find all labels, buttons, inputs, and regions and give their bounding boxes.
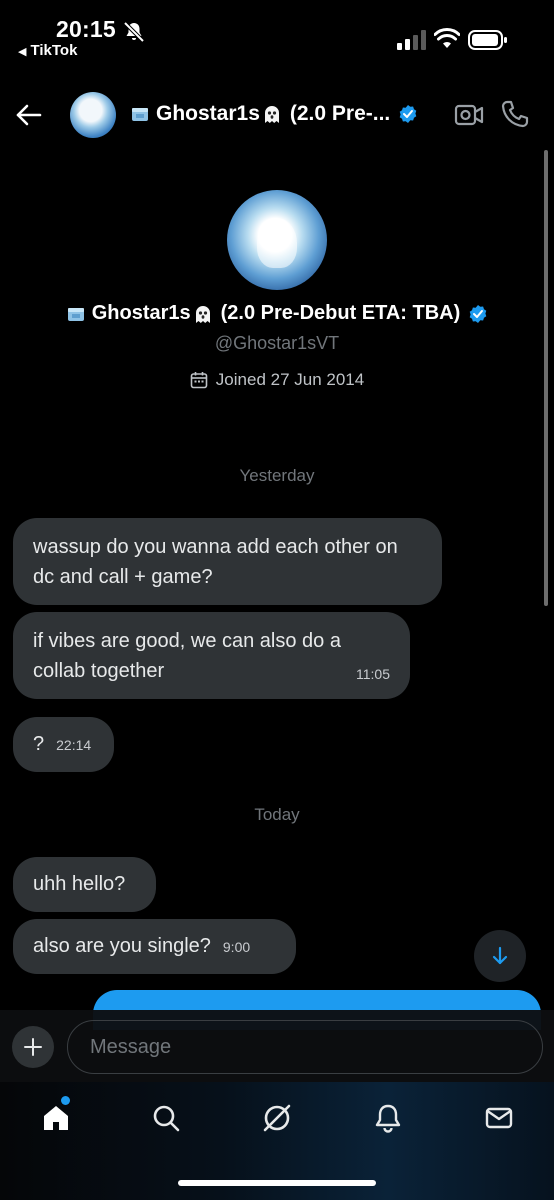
status-time: 20:15: [56, 16, 116, 42]
home-indicator[interactable]: [178, 1180, 376, 1186]
tab-notifications[interactable]: [370, 1100, 406, 1136]
message-bubble[interactable]: wassup do you wanna add each other on dc…: [13, 518, 442, 605]
status-bar: 20:15 ◀ TikTok: [0, 0, 554, 80]
verified-badge-icon: [399, 105, 417, 123]
header-avatar[interactable]: [70, 92, 116, 138]
grok-icon: [263, 1104, 291, 1132]
message-bubble[interactable]: uhh hello?: [13, 857, 156, 912]
message-text: ?: [33, 733, 45, 755]
message-text: wassup do you wanna add each other on dc…: [33, 536, 398, 588]
profile-handle[interactable]: @Ghostar1sVT: [0, 333, 554, 354]
message-timestamp: 11:05: [356, 666, 390, 682]
tab-messages[interactable]: [481, 1100, 517, 1136]
wifi-icon: [434, 28, 460, 48]
video-camera-icon[interactable]: [454, 102, 484, 128]
phone-icon[interactable]: [500, 99, 530, 129]
verified-badge-icon: [469, 304, 487, 323]
profile-avatar[interactable]: [227, 190, 327, 290]
back-triangle-icon: ◀: [18, 46, 27, 58]
joined-text: Joined 27 Jun 2014: [215, 370, 365, 389]
battery-icon: [468, 30, 507, 50]
ghost-emoji-icon: [264, 106, 279, 123]
back-to-app-link[interactable]: ◀ TikTok: [18, 42, 77, 59]
header-name-text: Ghostar1s: [156, 102, 260, 125]
message-text: if vibes are good, we can also do a coll…: [33, 630, 341, 682]
bell-off-icon: [123, 21, 145, 43]
search-icon: [153, 1105, 180, 1132]
message-composer: [0, 1010, 554, 1082]
profile-name-text: Ghostar1s: [91, 302, 191, 324]
profile-display-name[interactable]: Ghostar1s (2.0 Pre-Debut ETA: TBA): [0, 302, 554, 325]
notification-dot: [61, 1096, 70, 1105]
back-app-label: TikTok: [30, 42, 78, 59]
home-icon: [44, 1106, 68, 1130]
add-attachment-button[interactable]: [12, 1026, 54, 1068]
tab-search[interactable]: [148, 1100, 184, 1136]
joined-date: Joined 27 Jun 2014: [0, 370, 554, 390]
day-separator: Yesterday: [239, 466, 315, 485]
ice-cube-emoji-icon: [67, 307, 84, 321]
profile-name-suffix: (2.0 Pre-Debut ETA: TBA): [220, 302, 461, 324]
message-text: also are you single?: [33, 935, 211, 957]
messages-icon: [485, 1107, 513, 1129]
plus-icon: [24, 1038, 42, 1056]
scroll-to-bottom-button[interactable]: [474, 930, 526, 982]
arrow-down-icon: [492, 946, 508, 965]
calendar-icon: [190, 372, 208, 389]
message-timestamp: 22:14: [56, 737, 92, 753]
message-bubble[interactable]: also are you single? 9:00: [13, 919, 296, 974]
conversation-header: Ghostar1s (2.0 Pre-...: [0, 82, 554, 148]
profile-card: Ghostar1s (2.0 Pre-Debut ETA: TBA) @Ghos…: [0, 190, 554, 390]
tab-home[interactable]: [38, 1100, 74, 1136]
notifications-icon: [375, 1104, 401, 1133]
day-separator: Today: [254, 805, 300, 824]
message-bubble[interactable]: if vibes are good, we can also do a coll…: [13, 612, 410, 699]
back-arrow-icon[interactable]: [14, 100, 44, 130]
message-bubble[interactable]: ? 22:14: [13, 717, 114, 772]
message-text: uhh hello?: [33, 873, 126, 895]
ghost-emoji-icon: [195, 305, 210, 323]
tab-grok[interactable]: [259, 1100, 295, 1136]
header-display-name[interactable]: Ghostar1s (2.0 Pre-...: [130, 102, 430, 126]
message-input[interactable]: [67, 1020, 543, 1074]
message-timestamp: 9:00: [222, 939, 251, 955]
cellular-signal-icon: [397, 30, 426, 50]
header-name-suffix: (2.0 Pre-...: [289, 102, 391, 125]
ice-cube-emoji-icon: [132, 108, 148, 121]
